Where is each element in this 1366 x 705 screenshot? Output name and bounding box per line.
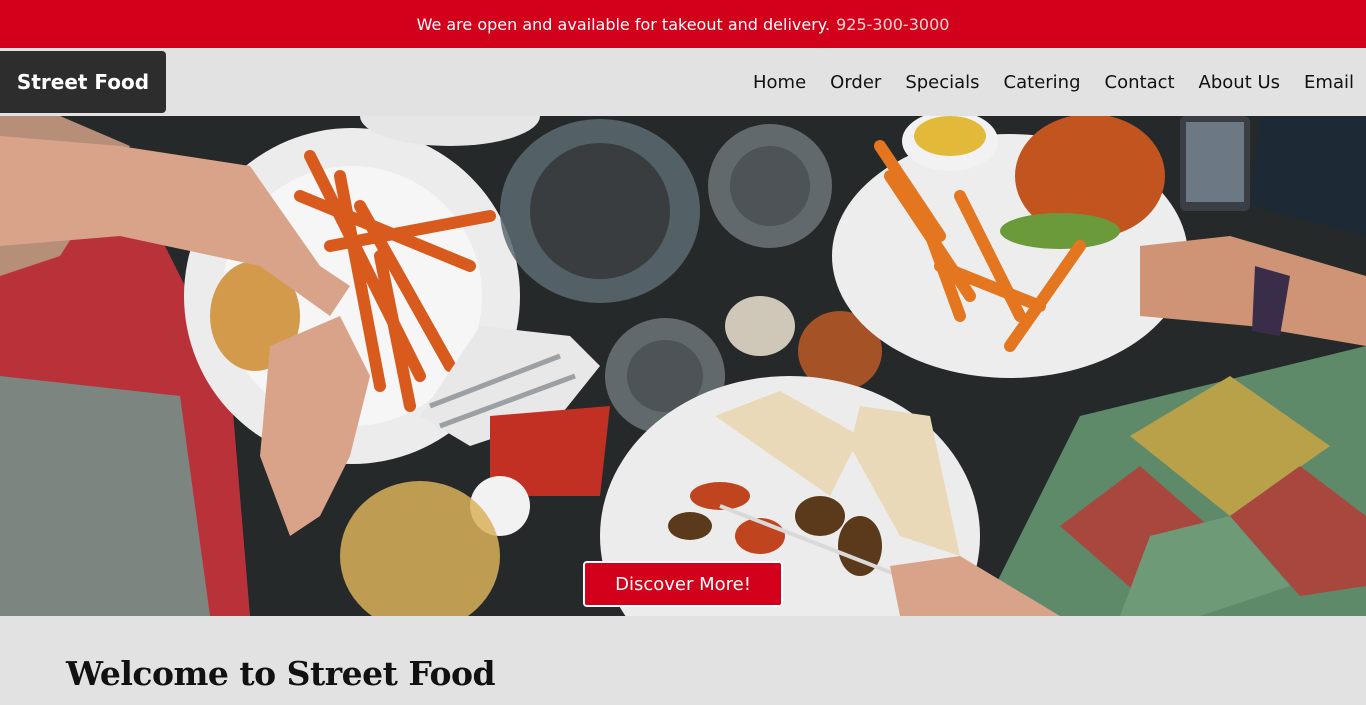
nav-menu: Home Order Specials Catering Contact Abo… [753,48,1354,116]
brand-logo[interactable]: Street Food [0,51,166,113]
nav-order[interactable]: Order [830,72,881,93]
page-title: Welcome to Street Food [66,654,496,693]
nav-home[interactable]: Home [753,72,806,93]
nav-catering[interactable]: Catering [1004,72,1081,93]
navbar: Street Food Home Order Specials Catering… [0,48,1366,116]
discover-more-button[interactable]: Discover More! [583,561,783,607]
nav-about-us[interactable]: About Us [1199,72,1281,93]
announcement-text: We are open and available for takeout an… [416,14,831,34]
announcement-bar: We are open and available for takeout an… [0,0,1366,48]
nav-contact[interactable]: Contact [1105,72,1175,93]
hero-food-photo [0,116,1366,616]
hero-image [0,116,1366,616]
nav-specials[interactable]: Specials [905,72,979,93]
phone-link[interactable]: 925-300-3000 [836,15,949,34]
nav-email[interactable]: Email [1304,72,1354,93]
